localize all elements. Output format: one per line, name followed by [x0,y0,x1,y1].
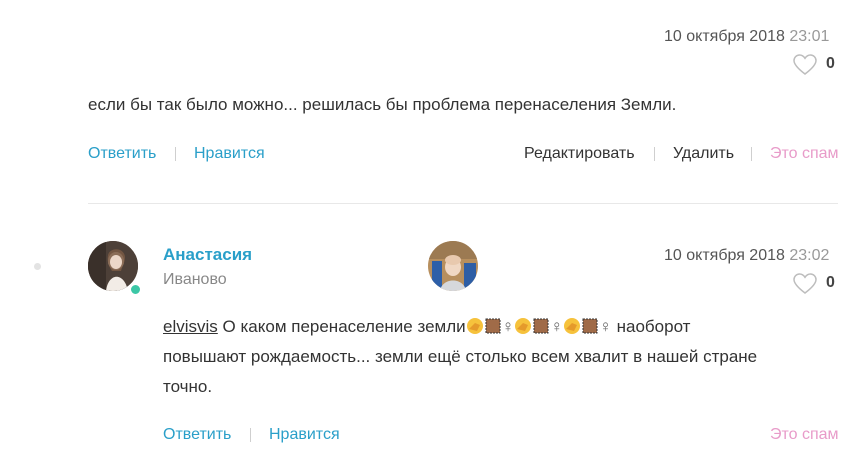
comment2-line2: повышают рождаемость... земли ещё стольк… [163,347,758,366]
divider [175,147,176,161]
comment2-reply-button[interactable]: Ответить [163,426,231,444]
comment1-date-text: 10 октября 2018 [664,28,785,45]
comment1-edit-button[interactable]: Редактировать [524,145,635,163]
comment2-line3: точно. [163,377,213,396]
woman-facepalm-emoji [564,318,581,334]
divider [654,147,655,161]
attached-photo[interactable] [428,241,478,291]
comment2-text: elvisvis О каком перенаселение земли ♀ ♀ ♀ … [163,312,843,402]
author-city: Иваново [163,271,227,288]
photo-image [428,241,478,291]
online-indicator [129,283,142,296]
comment1-time: 23:01 [789,28,830,45]
comment2-line1: elvisvis О каком перенаселение земли ♀ ♀ ♀ … [163,312,843,342]
comment2-text-part1: О каком перенаселение земли [222,317,466,336]
comment1-text: если бы так было можно... решилась бы пр… [88,95,677,114]
female-sign-icon: ♀ [550,317,564,336]
woman-facepalm-emoji [466,318,483,334]
skin-tone-emoji [533,318,549,334]
woman-facepalm-emoji [515,318,532,334]
comment2-date-text: 10 октября 2018 [664,247,785,264]
comments-divider [88,203,838,204]
divider [751,147,752,161]
divider [250,428,251,442]
author-name[interactable]: Анастасия [163,245,252,265]
female-sign-icon: ♀ [501,317,515,336]
comment1-like-count: 0 [826,55,835,72]
skin-tone-emoji [485,318,501,334]
comment2-spam-button[interactable]: Это спам [770,426,839,444]
skin-tone-emoji [582,318,598,334]
comment2-text-part2: наоборот [616,317,691,336]
female-sign-icon: ♀ [599,317,612,336]
comment1-date: 10 октября 2018 23:01 [664,28,829,46]
comment2-like-count: 0 [826,274,835,291]
unread-dot [34,263,41,270]
comment1-reply-button[interactable]: Ответить [88,145,156,163]
comment1-like-button[interactable]: Нравится [194,145,265,163]
comment1-delete-button[interactable]: Удалить [673,145,734,163]
comment1-spam-button[interactable]: Это спам [770,145,839,163]
heart-icon[interactable] [793,54,817,76]
comment2-date: 10 октября 2018 23:02 [664,247,829,265]
mention-link[interactable]: elvisvis [163,317,218,336]
heart-icon[interactable] [793,273,817,295]
comment2-like-button[interactable]: Нравится [269,426,340,444]
comment2-time: 23:02 [789,247,830,264]
